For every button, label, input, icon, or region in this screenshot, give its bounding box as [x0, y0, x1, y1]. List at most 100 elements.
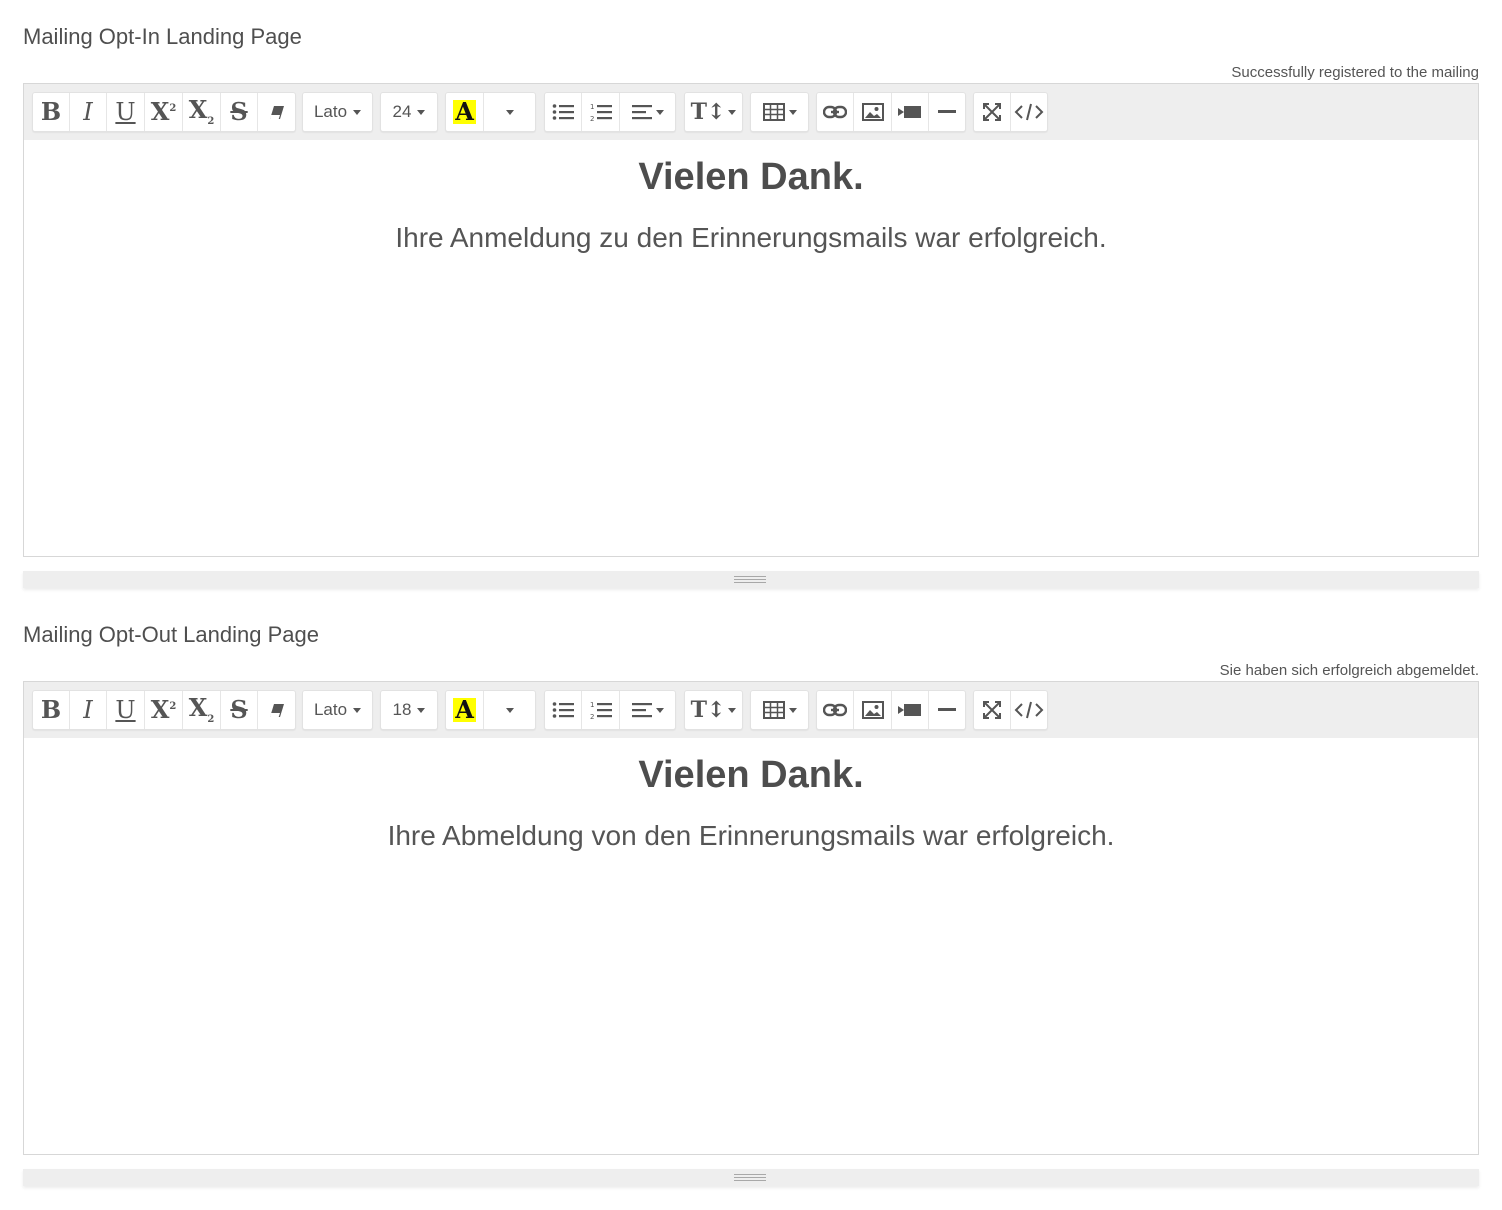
superscript-button[interactable]: X2 [145, 93, 183, 131]
color-dropdown[interactable] [484, 691, 535, 729]
fullscreen-icon [983, 103, 1001, 121]
subscript-icon: X2 [188, 94, 215, 127]
superscript-button[interactable]: X2 [145, 691, 183, 729]
resize-handle[interactable] [734, 1174, 766, 1181]
resize-handle[interactable] [734, 576, 766, 583]
align-dropdown[interactable] [620, 691, 675, 729]
font-size-value: 24 [392, 102, 412, 121]
insert-group [816, 92, 966, 132]
subscript-button[interactable]: X2 [183, 691, 221, 729]
chevron-down-icon [788, 707, 797, 713]
code-view-button[interactable] [1011, 93, 1047, 131]
svg-text:2: 2 [590, 115, 594, 122]
text-color-button[interactable]: A [446, 691, 484, 729]
view-group [973, 690, 1048, 730]
ordered-list-button[interactable]: 12 [582, 691, 620, 729]
line-height-dropdown[interactable]: T↕ [685, 93, 742, 131]
chevron-down-icon [417, 109, 426, 115]
horizontal-rule-icon [938, 110, 956, 113]
video-icon [898, 106, 921, 118]
chevron-down-icon [788, 109, 797, 115]
font-size-dropdown[interactable]: 18 [381, 691, 437, 729]
italic-button[interactable]: I [70, 691, 107, 729]
text-color-icon: A [453, 97, 476, 126]
ordered-list-button[interactable]: 12 [582, 93, 620, 131]
fullscreen-icon [983, 701, 1001, 719]
opt-out-section: Mailing Opt-Out Landing Page Sie haben s… [23, 622, 1479, 1197]
fullscreen-button[interactable] [974, 691, 1011, 729]
link-icon [823, 105, 847, 119]
font-group: Lato [302, 92, 373, 132]
link-button[interactable] [817, 691, 854, 729]
link-icon [823, 703, 847, 717]
eraser-button[interactable] [258, 93, 295, 131]
unordered-list-button[interactable] [545, 691, 582, 729]
text-color-button[interactable]: A [446, 93, 484, 131]
paragraph-group: 12 [544, 92, 676, 132]
eraser-icon [269, 106, 284, 119]
horizontal-rule-button[interactable] [929, 691, 965, 729]
unordered-list-button[interactable] [545, 93, 582, 131]
align-dropdown[interactable] [620, 93, 675, 131]
code-view-icon [1014, 701, 1044, 719]
eraser-button[interactable] [258, 691, 295, 729]
bold-button[interactable]: B [33, 691, 70, 729]
align-icon [631, 105, 652, 120]
subscript-button[interactable]: X2 [183, 93, 221, 131]
bold-icon: B [40, 695, 62, 724]
rich-text-editor: B I U X2 X2 S Lato 24 A 1 2 T↕ Vielen Da… [23, 83, 1479, 593]
font-family-dropdown[interactable]: Lato [303, 93, 372, 131]
section-label: Mailing Opt-Out Landing Page [23, 622, 319, 647]
chevron-down-icon [728, 109, 737, 115]
size-group: 18 [380, 690, 438, 730]
editor-hint: Successfully registered to the mailing [1231, 64, 1479, 81]
svg-text:1: 1 [590, 103, 594, 111]
align-icon [631, 703, 652, 718]
italic-button[interactable]: I [70, 93, 107, 131]
underline-button[interactable]: U [107, 691, 145, 729]
line-height-dropdown[interactable]: T↕ [685, 691, 742, 729]
svg-text:1: 1 [590, 701, 594, 709]
code-view-icon [1014, 103, 1044, 121]
svg-text:2: 2 [590, 713, 594, 720]
link-button[interactable] [817, 93, 854, 131]
fullscreen-button[interactable] [974, 93, 1011, 131]
height-group: T↕ [684, 92, 743, 132]
font-family-dropdown[interactable]: Lato [303, 691, 372, 729]
picture-button[interactable] [854, 691, 892, 729]
strikethrough-button[interactable]: S [221, 691, 258, 729]
bold-button[interactable]: B [33, 93, 70, 131]
color-group: A [445, 92, 536, 132]
chevron-down-icon [728, 707, 737, 713]
table-dropdown[interactable] [751, 93, 808, 131]
table-dropdown[interactable] [751, 691, 808, 729]
picture-icon [861, 701, 884, 719]
editor-statusbar [23, 1169, 1479, 1186]
picture-icon [861, 103, 884, 121]
strikethrough-button[interactable]: S [221, 93, 258, 131]
ordered-list-icon: 12 [590, 701, 612, 720]
video-button[interactable] [892, 93, 929, 131]
editor-content[interactable]: Vielen Dank. Ihre Abmeldung von den Erin… [23, 738, 1479, 1155]
chevron-down-icon [353, 707, 362, 713]
font-size-dropdown[interactable]: 24 [381, 93, 437, 131]
content-heading: Vielen Dank. [638, 156, 864, 198]
editor-hint: Sie haben sich erfolgreich abgemeldet. [1219, 662, 1479, 679]
horizontal-rule-icon [938, 708, 956, 711]
table-group [750, 92, 809, 132]
horizontal-rule-button[interactable] [929, 93, 965, 131]
content-text: Ihre Abmeldung von den Erinnerungsmails … [387, 820, 1115, 851]
color-dropdown[interactable] [484, 93, 535, 131]
editor-content[interactable]: Vielen Dank. Ihre Anmeldung zu den Erinn… [23, 140, 1479, 557]
video-button[interactable] [892, 691, 929, 729]
strikethrough-icon: S [230, 97, 248, 126]
chevron-down-icon [505, 109, 514, 115]
underline-button[interactable]: U [107, 93, 145, 131]
content-heading: Vielen Dank. [638, 754, 864, 796]
chevron-down-icon [505, 707, 514, 713]
editor-toolbar: B I U X2 X2 S Lato 18 A 1 2 T↕ [23, 681, 1479, 739]
picture-button[interactable] [854, 93, 892, 131]
code-view-button[interactable] [1011, 691, 1047, 729]
table-group [750, 690, 809, 730]
unordered-list-icon [552, 702, 574, 718]
